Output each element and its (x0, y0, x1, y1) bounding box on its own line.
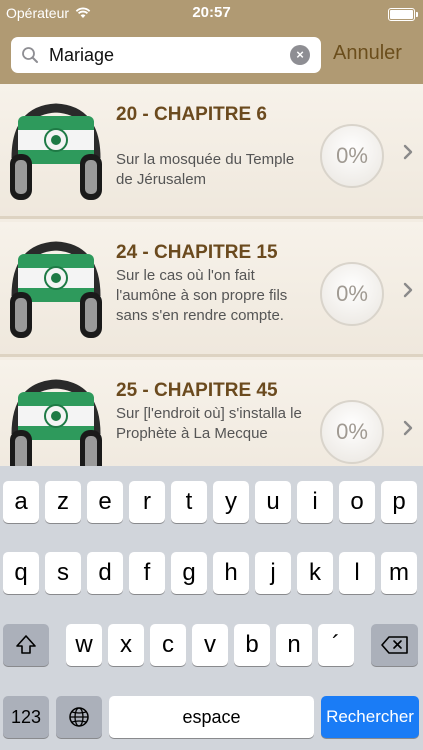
key-q[interactable]: q (3, 552, 39, 594)
chevron-right-icon (403, 420, 413, 436)
key-a[interactable]: a (3, 481, 39, 523)
headphones-flag-icon (10, 241, 102, 338)
headphones-flag-icon (10, 379, 102, 466)
item-title: 20 - CHAPITRE 6 (116, 104, 267, 125)
item-subtitle: Sur [l'endroit où] s'installa le Prophèt… (116, 405, 302, 442)
headphones-flag-icon (10, 103, 102, 200)
item-subtitle: Sur le cas où l'on fait l'aumône à son p… (116, 267, 288, 324)
key-x[interactable]: x (108, 624, 144, 666)
search-query: Mariage (49, 45, 115, 65)
clear-icon[interactable]: × (290, 45, 310, 65)
key-e[interactable]: e (87, 481, 123, 523)
status-bar: Opérateur 20:57 (0, 0, 423, 28)
list-item[interactable]: 25 - CHAPITRE 45 Sur [l'endroit où] s'in… (0, 360, 423, 466)
key-n[interactable]: n (276, 624, 312, 666)
key-r[interactable]: r (129, 481, 165, 523)
results-list: 20 - CHAPITRE 6 Sur la mosquée du Temple… (0, 84, 423, 466)
search-bar: Mariage × Annuler (0, 28, 423, 84)
chevron-right-icon (403, 144, 413, 160)
magnifier-icon (22, 47, 38, 63)
backspace-key[interactable] (371, 624, 418, 666)
key-c[interactable]: c (150, 624, 186, 666)
key-g[interactable]: g (171, 552, 207, 594)
shift-key[interactable] (3, 624, 49, 666)
shift-icon (16, 635, 36, 654)
item-subtitle: Sur la mosquée du Temple de Jérusalem (116, 151, 295, 188)
backspace-icon (380, 636, 408, 654)
clock: 20:57 (192, 4, 231, 21)
progress-indicator: 0% (320, 262, 384, 326)
battery-icon (388, 8, 418, 21)
key-b[interactable]: b (234, 624, 270, 666)
key-h[interactable]: h (213, 552, 249, 594)
key-y[interactable]: y (213, 481, 249, 523)
list-item[interactable]: 20 - CHAPITRE 6 Sur la mosquée du Temple… (0, 84, 423, 219)
globe-key[interactable] (56, 696, 102, 738)
progress-indicator: 0% (320, 124, 384, 188)
key-u[interactable]: u (255, 481, 291, 523)
globe-icon (69, 707, 89, 727)
key-m[interactable]: m (381, 552, 417, 594)
key-t[interactable]: t (171, 481, 207, 523)
item-title: 24 - CHAPITRE 15 (116, 242, 278, 263)
key-v[interactable]: v (192, 624, 228, 666)
progress-indicator: 0% (320, 400, 384, 464)
item-title: 25 - CHAPITRE 45 (116, 380, 278, 401)
search-input[interactable]: Mariage × (11, 37, 321, 73)
key-k[interactable]: k (297, 552, 333, 594)
chevron-right-icon (403, 282, 413, 298)
list-item[interactable]: 24 - CHAPITRE 15 Sur le cas où l'on fait… (0, 222, 423, 357)
key-l[interactable]: l (339, 552, 375, 594)
keyboard: a z e r t y u i o p q s d f g h j k l m … (0, 466, 423, 750)
key-accent[interactable]: ´ (318, 624, 354, 666)
key-w[interactable]: w (66, 624, 102, 666)
key-p[interactable]: p (381, 481, 417, 523)
space-key[interactable]: espace (109, 696, 314, 738)
search-submit-key[interactable]: Rechercher (321, 696, 419, 738)
numbers-key[interactable]: 123 (3, 696, 49, 738)
key-i[interactable]: i (297, 481, 333, 523)
key-f[interactable]: f (129, 552, 165, 594)
key-d[interactable]: d (87, 552, 123, 594)
cancel-button[interactable]: Annuler (333, 42, 402, 65)
key-s[interactable]: s (45, 552, 81, 594)
key-z[interactable]: z (45, 481, 81, 523)
key-o[interactable]: o (339, 481, 375, 523)
key-j[interactable]: j (255, 552, 291, 594)
